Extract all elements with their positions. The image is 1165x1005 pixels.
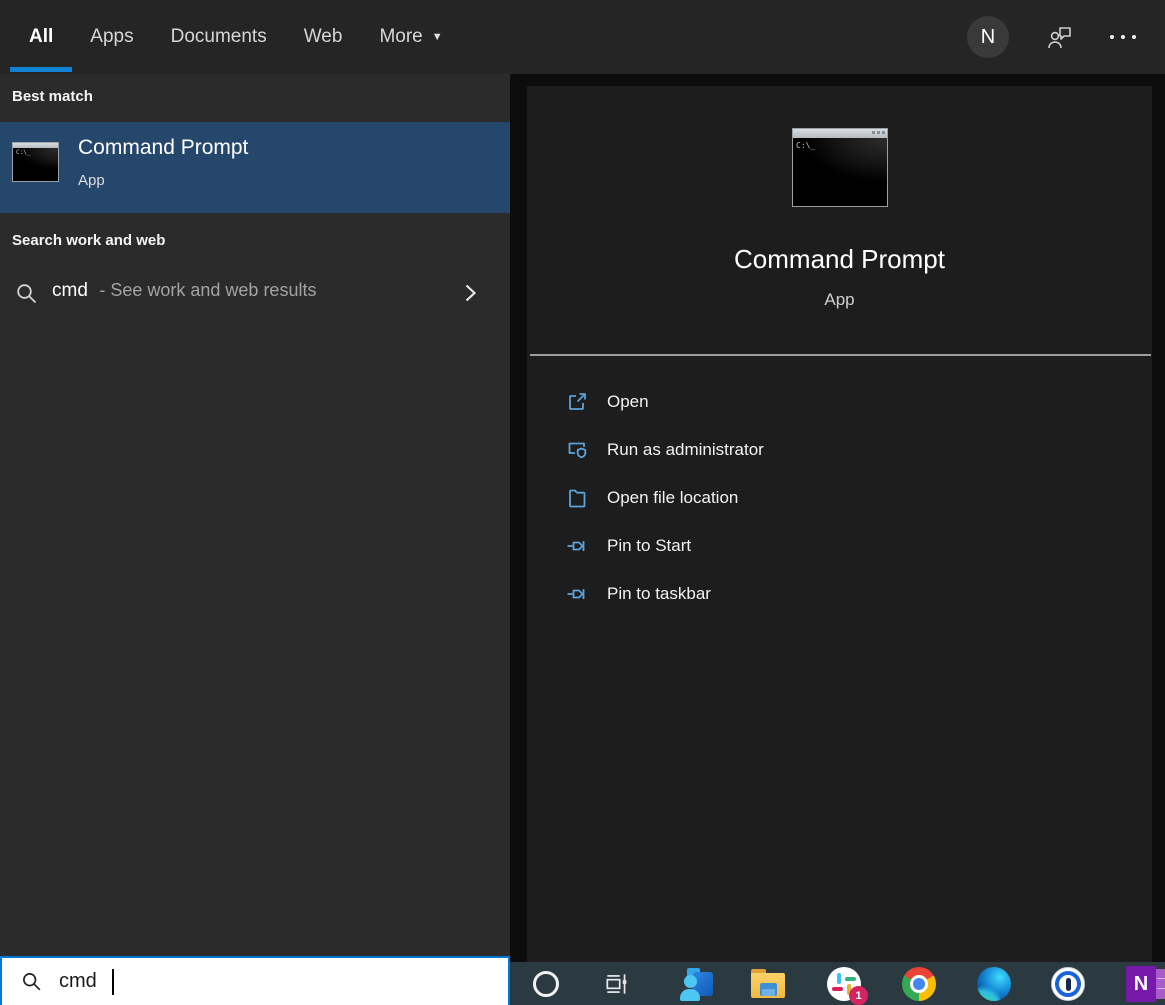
terminal-titlebar: [793, 129, 887, 138]
tab-apps-label: Apps: [90, 26, 133, 48]
teams-glyph: [679, 967, 713, 1001]
chrome-glyph: [902, 967, 936, 1001]
windows-search-overlay: All Apps Documents Web More ▼ N: [0, 0, 1165, 1005]
tab-more[interactable]: More ▼: [379, 0, 442, 74]
chevron-down-icon: ▼: [432, 31, 443, 43]
filter-tabs: All Apps Documents Web More ▼: [29, 0, 443, 74]
search-icon: [14, 281, 40, 307]
command-prompt-icon: C:\_: [12, 142, 59, 182]
slack-icon[interactable]: 1: [826, 966, 862, 1002]
taskbar-search-box[interactable]: cmd: [0, 956, 510, 1005]
best-match-result[interactable]: C:\_ Command Prompt App: [0, 122, 510, 213]
tab-documents[interactable]: Documents: [171, 0, 267, 74]
action-label: Open file location: [607, 488, 738, 508]
text-caret: [112, 969, 114, 995]
chrome-icon[interactable]: [901, 966, 937, 1002]
cortana-icon[interactable]: [528, 966, 564, 1002]
search-icon: [20, 970, 44, 994]
preview-panel: C:\_ Command Prompt App Open: [510, 74, 1165, 962]
preview-card: C:\_ Command Prompt App Open: [527, 86, 1152, 962]
tab-web[interactable]: Web: [304, 0, 343, 74]
open-file-location-icon: [565, 486, 589, 510]
onepassword-icon[interactable]: [1050, 966, 1086, 1002]
suggestion-text: cmd - See work and web results: [52, 280, 316, 302]
pin-icon: [565, 534, 589, 558]
task-view-icon[interactable]: [599, 966, 635, 1002]
tab-web-label: Web: [304, 26, 343, 48]
open-icon: [565, 390, 589, 414]
active-tab-indicator: [10, 67, 72, 72]
divider: [530, 354, 1151, 356]
tab-all-label: All: [29, 26, 53, 48]
best-match-header: Best match: [12, 88, 93, 105]
tab-apps[interactable]: Apps: [90, 0, 133, 74]
folder-glyph: [751, 969, 785, 999]
result-title: Command Prompt: [78, 136, 248, 160]
more-options-icon[interactable]: [1110, 35, 1136, 39]
edge-icon[interactable]: [976, 966, 1012, 1002]
action-run-as-administrator[interactable]: Run as administrator: [527, 426, 1152, 474]
action-label: Pin to taskbar: [607, 584, 711, 604]
action-label: Open: [607, 392, 649, 412]
pin-icon: [565, 582, 589, 606]
suggestion-suffix: - See work and web results: [99, 280, 316, 300]
onenote-icon[interactable]: N: [1126, 966, 1165, 1002]
feedback-icon[interactable]: [1046, 25, 1073, 50]
preview-type: App: [527, 290, 1152, 310]
terminal-window-controls: [872, 131, 885, 134]
cortana-ring: [533, 971, 559, 997]
result-type: App: [78, 172, 105, 189]
action-list: Open Run as administrator Open: [527, 378, 1152, 618]
terminal-caption: C:\_: [16, 149, 30, 156]
tab-all[interactable]: All: [29, 0, 53, 74]
slack-glyph: 1: [827, 967, 861, 1001]
teams-icon[interactable]: [678, 966, 714, 1002]
search-results-panel: Best match C:\_ Command Prompt App Searc…: [0, 74, 510, 956]
web-search-suggestion[interactable]: cmd - See work and web results: [0, 268, 510, 320]
avatar[interactable]: N: [967, 16, 1009, 58]
suggestion-query: cmd: [52, 280, 88, 301]
chevron-right-icon: [458, 281, 482, 305]
search-filter-bar: All Apps Documents Web More ▼ N: [0, 0, 1165, 74]
preview-title: Command Prompt: [527, 244, 1152, 275]
command-prompt-icon-large: C:\_: [792, 128, 888, 207]
action-open[interactable]: Open: [527, 378, 1152, 426]
file-explorer-icon[interactable]: [750, 966, 786, 1002]
action-pin-to-start[interactable]: Pin to Start: [527, 522, 1152, 570]
admin-shield-icon: [565, 438, 589, 462]
search-input-value: cmd: [59, 970, 97, 993]
tab-documents-label: Documents: [171, 26, 267, 48]
action-open-file-location[interactable]: Open file location: [527, 474, 1152, 522]
onenote-glyph: N: [1126, 966, 1165, 1002]
topbar-actions: N: [967, 0, 1136, 74]
terminal-caption: C:\_: [796, 141, 815, 150]
notification-badge: 1: [849, 986, 868, 1005]
web-section-header: Search work and web: [12, 232, 165, 249]
action-label: Run as administrator: [607, 440, 764, 460]
taskbar: 1 N: [510, 962, 1165, 1005]
edge-glyph: [977, 967, 1011, 1001]
action-pin-to-taskbar[interactable]: Pin to taskbar: [527, 570, 1152, 618]
keyhole-glyph: [1051, 967, 1085, 1001]
tab-more-label: More: [379, 26, 422, 48]
action-label: Pin to Start: [607, 536, 691, 556]
